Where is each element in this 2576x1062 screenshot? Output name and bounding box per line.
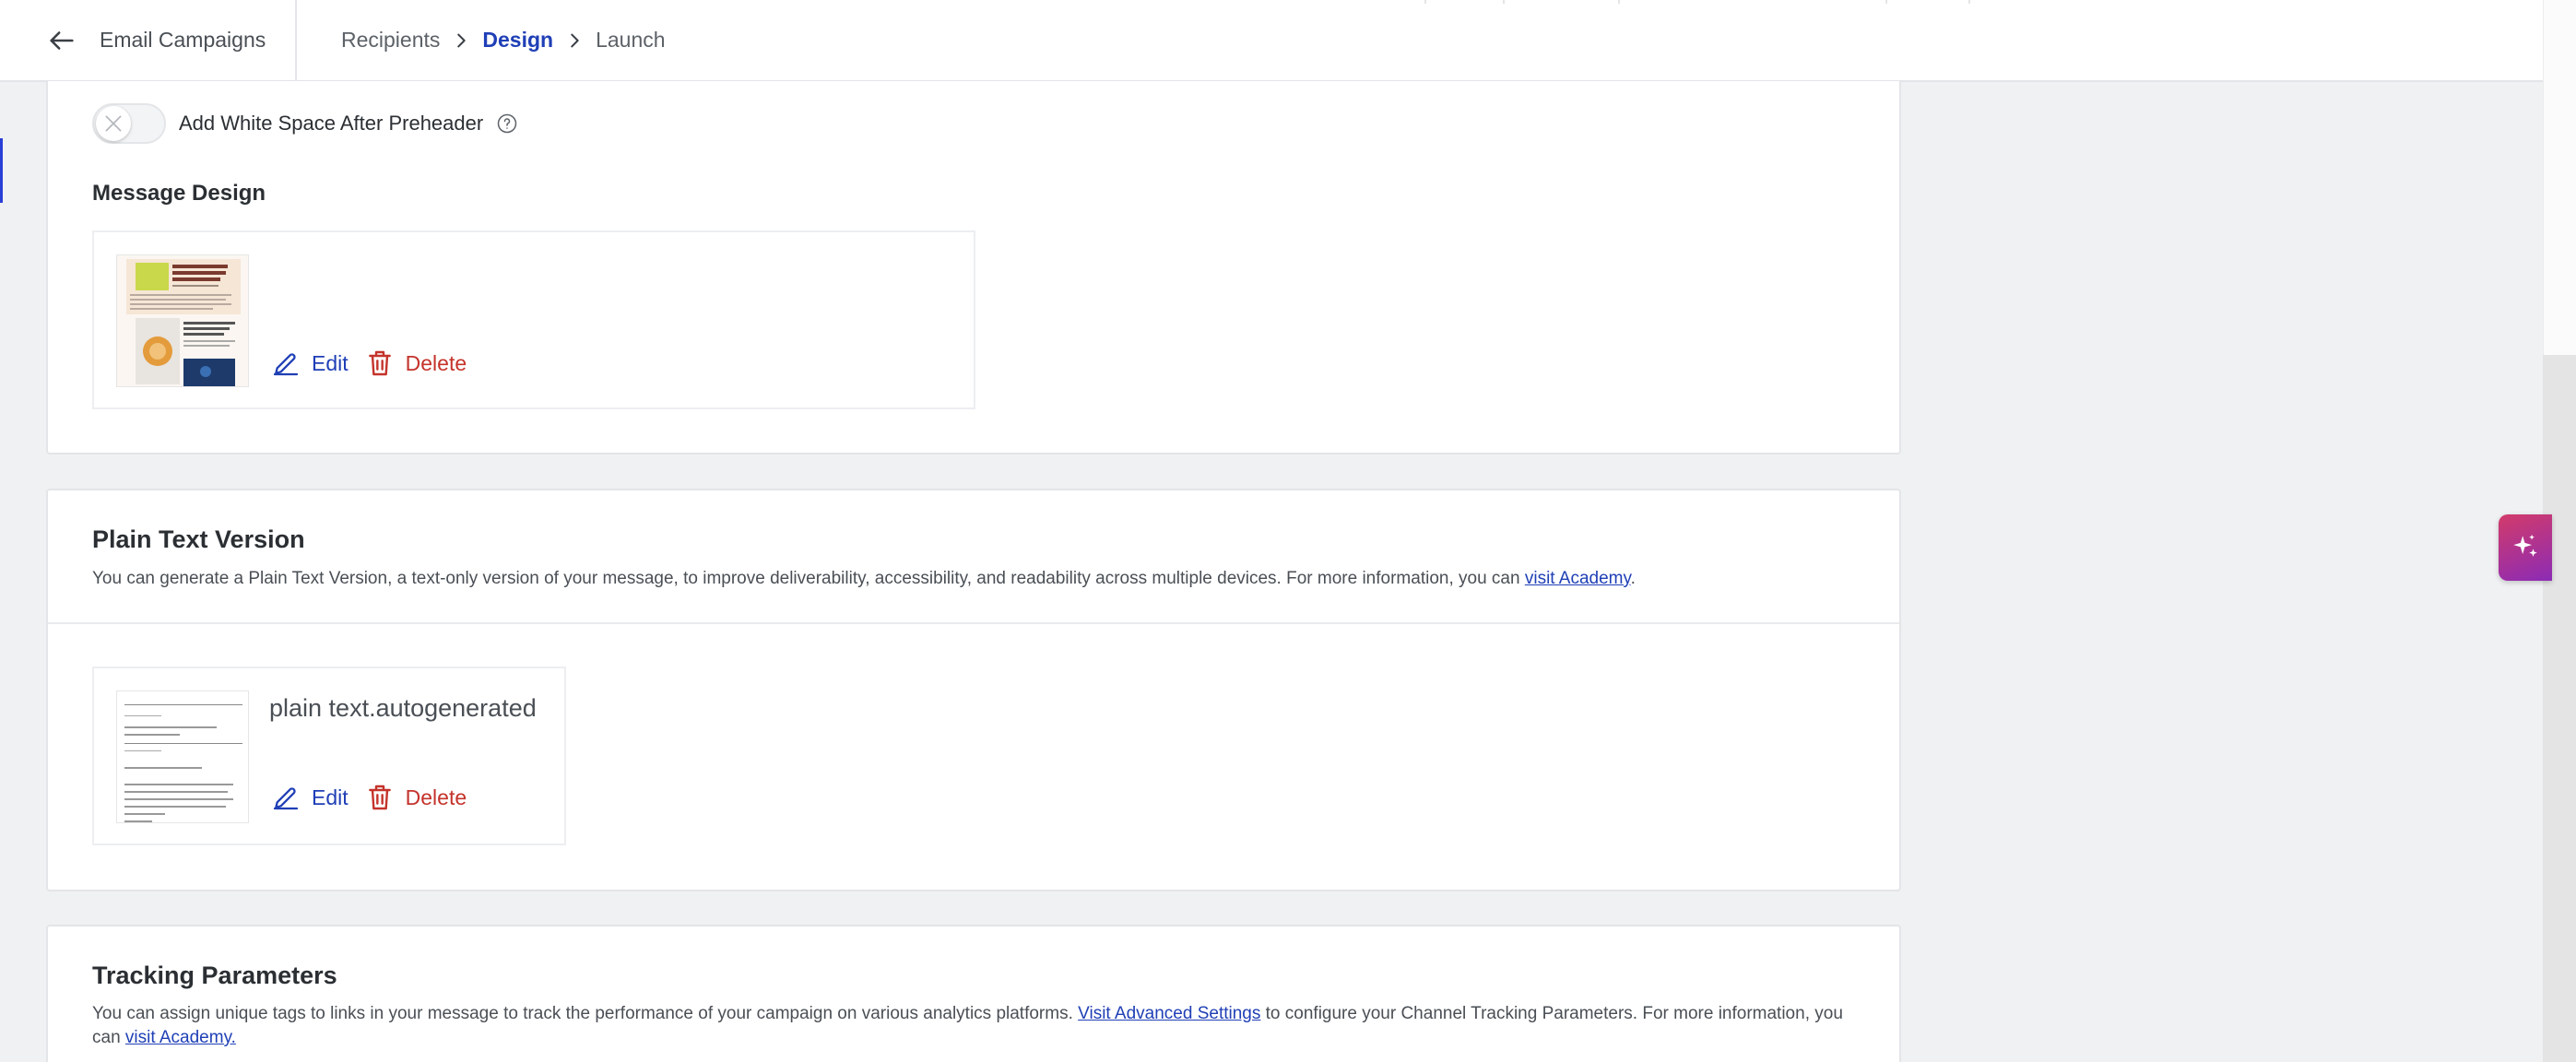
divider xyxy=(1885,0,1887,4)
delete-label: Delete xyxy=(405,785,467,809)
plain-text-title: Plain Text Version xyxy=(92,525,305,553)
sparkle-icon xyxy=(2513,534,2537,557)
page-scrollbar-thumb[interactable] xyxy=(2543,355,2576,1062)
tracking-description-part1: You can assign unique tags to links in y… xyxy=(92,1004,1079,1023)
white-space-toggle-row: Add White Space After Preheader xyxy=(92,103,518,144)
divider xyxy=(48,622,1899,624)
message-design-card: Add White Space After Preheader Message … xyxy=(46,81,1901,454)
divider xyxy=(1968,0,1970,4)
plain-text-actions: Edit Delete xyxy=(271,783,483,812)
question-circle-icon[interactable] xyxy=(496,112,518,135)
trash-icon xyxy=(368,785,391,810)
tracking-parameters-card: Tracking Parameters You can assign uniqu… xyxy=(46,925,1901,1062)
chevron-right-icon xyxy=(457,33,467,47)
delete-design-button[interactable]: Delete xyxy=(365,348,467,378)
divider xyxy=(1503,0,1505,4)
design-actions: Edit Delete xyxy=(271,348,483,378)
pencil-icon xyxy=(273,353,299,376)
left-accent-bar xyxy=(0,138,3,203)
plain-text-description-text: You can generate a Plain Text Version, a… xyxy=(92,569,1525,588)
edit-design-button[interactable]: Edit xyxy=(271,348,349,378)
plain-text-description: You can generate a Plain Text Version, a… xyxy=(92,567,1862,591)
breadcrumb-recipients[interactable]: Recipients xyxy=(341,28,440,53)
edit-plain-text-button[interactable]: Edit xyxy=(271,783,349,812)
top-navigation-bar: Email Campaigns Recipients Design Launch xyxy=(0,0,2543,82)
white-space-toggle-label: Add White Space After Preheader xyxy=(179,112,484,135)
plain-text-preview-image xyxy=(117,691,248,822)
x-icon xyxy=(105,115,122,132)
trash-icon xyxy=(368,350,391,376)
toggle-knob xyxy=(96,106,131,141)
plain-text-item: plain text.autogenerated Edit Delete xyxy=(92,667,566,845)
email-preview-image xyxy=(117,255,248,386)
edit-label: Edit xyxy=(312,785,349,809)
chevron-right-icon xyxy=(571,33,579,47)
breadcrumb-launch[interactable]: Launch xyxy=(596,28,665,53)
ai-assistant-button[interactable] xyxy=(2499,514,2552,581)
message-design-heading: Message Design xyxy=(92,181,266,206)
divider xyxy=(1618,0,1620,4)
visit-academy-link[interactable]: visit Academy. xyxy=(125,1028,236,1047)
tracking-parameters-title: Tracking Parameters xyxy=(92,962,337,989)
breadcrumb: Recipients Design Launch xyxy=(297,28,666,53)
edit-label: Edit xyxy=(312,350,349,375)
back-to-email-campaigns-link[interactable]: Email Campaigns xyxy=(0,0,297,81)
delete-plain-text-button[interactable]: Delete xyxy=(365,783,467,812)
visit-academy-link[interactable]: visit Academy xyxy=(1525,569,1631,588)
white-space-toggle[interactable] xyxy=(92,103,166,144)
description-period: . xyxy=(1630,569,1636,588)
breadcrumb-design[interactable]: Design xyxy=(482,28,553,53)
message-design-item: Edit Delete xyxy=(92,230,975,409)
arrow-left-icon xyxy=(50,30,74,50)
pencil-icon xyxy=(273,787,299,810)
back-link-label: Email Campaigns xyxy=(100,28,266,52)
tracking-parameters-description: You can assign unique tags to links in y… xyxy=(92,1002,1862,1050)
visit-advanced-settings-link[interactable]: Visit Advanced Settings xyxy=(1078,1004,1260,1023)
divider xyxy=(1424,0,1426,4)
plain-text-thumbnail[interactable] xyxy=(116,690,249,823)
plain-text-version-card: Plain Text Version You can generate a Pl… xyxy=(46,489,1901,891)
delete-label: Delete xyxy=(405,350,467,375)
plain-text-file-name: plain text.autogenerated xyxy=(269,694,537,722)
email-design-thumbnail[interactable] xyxy=(116,254,249,387)
